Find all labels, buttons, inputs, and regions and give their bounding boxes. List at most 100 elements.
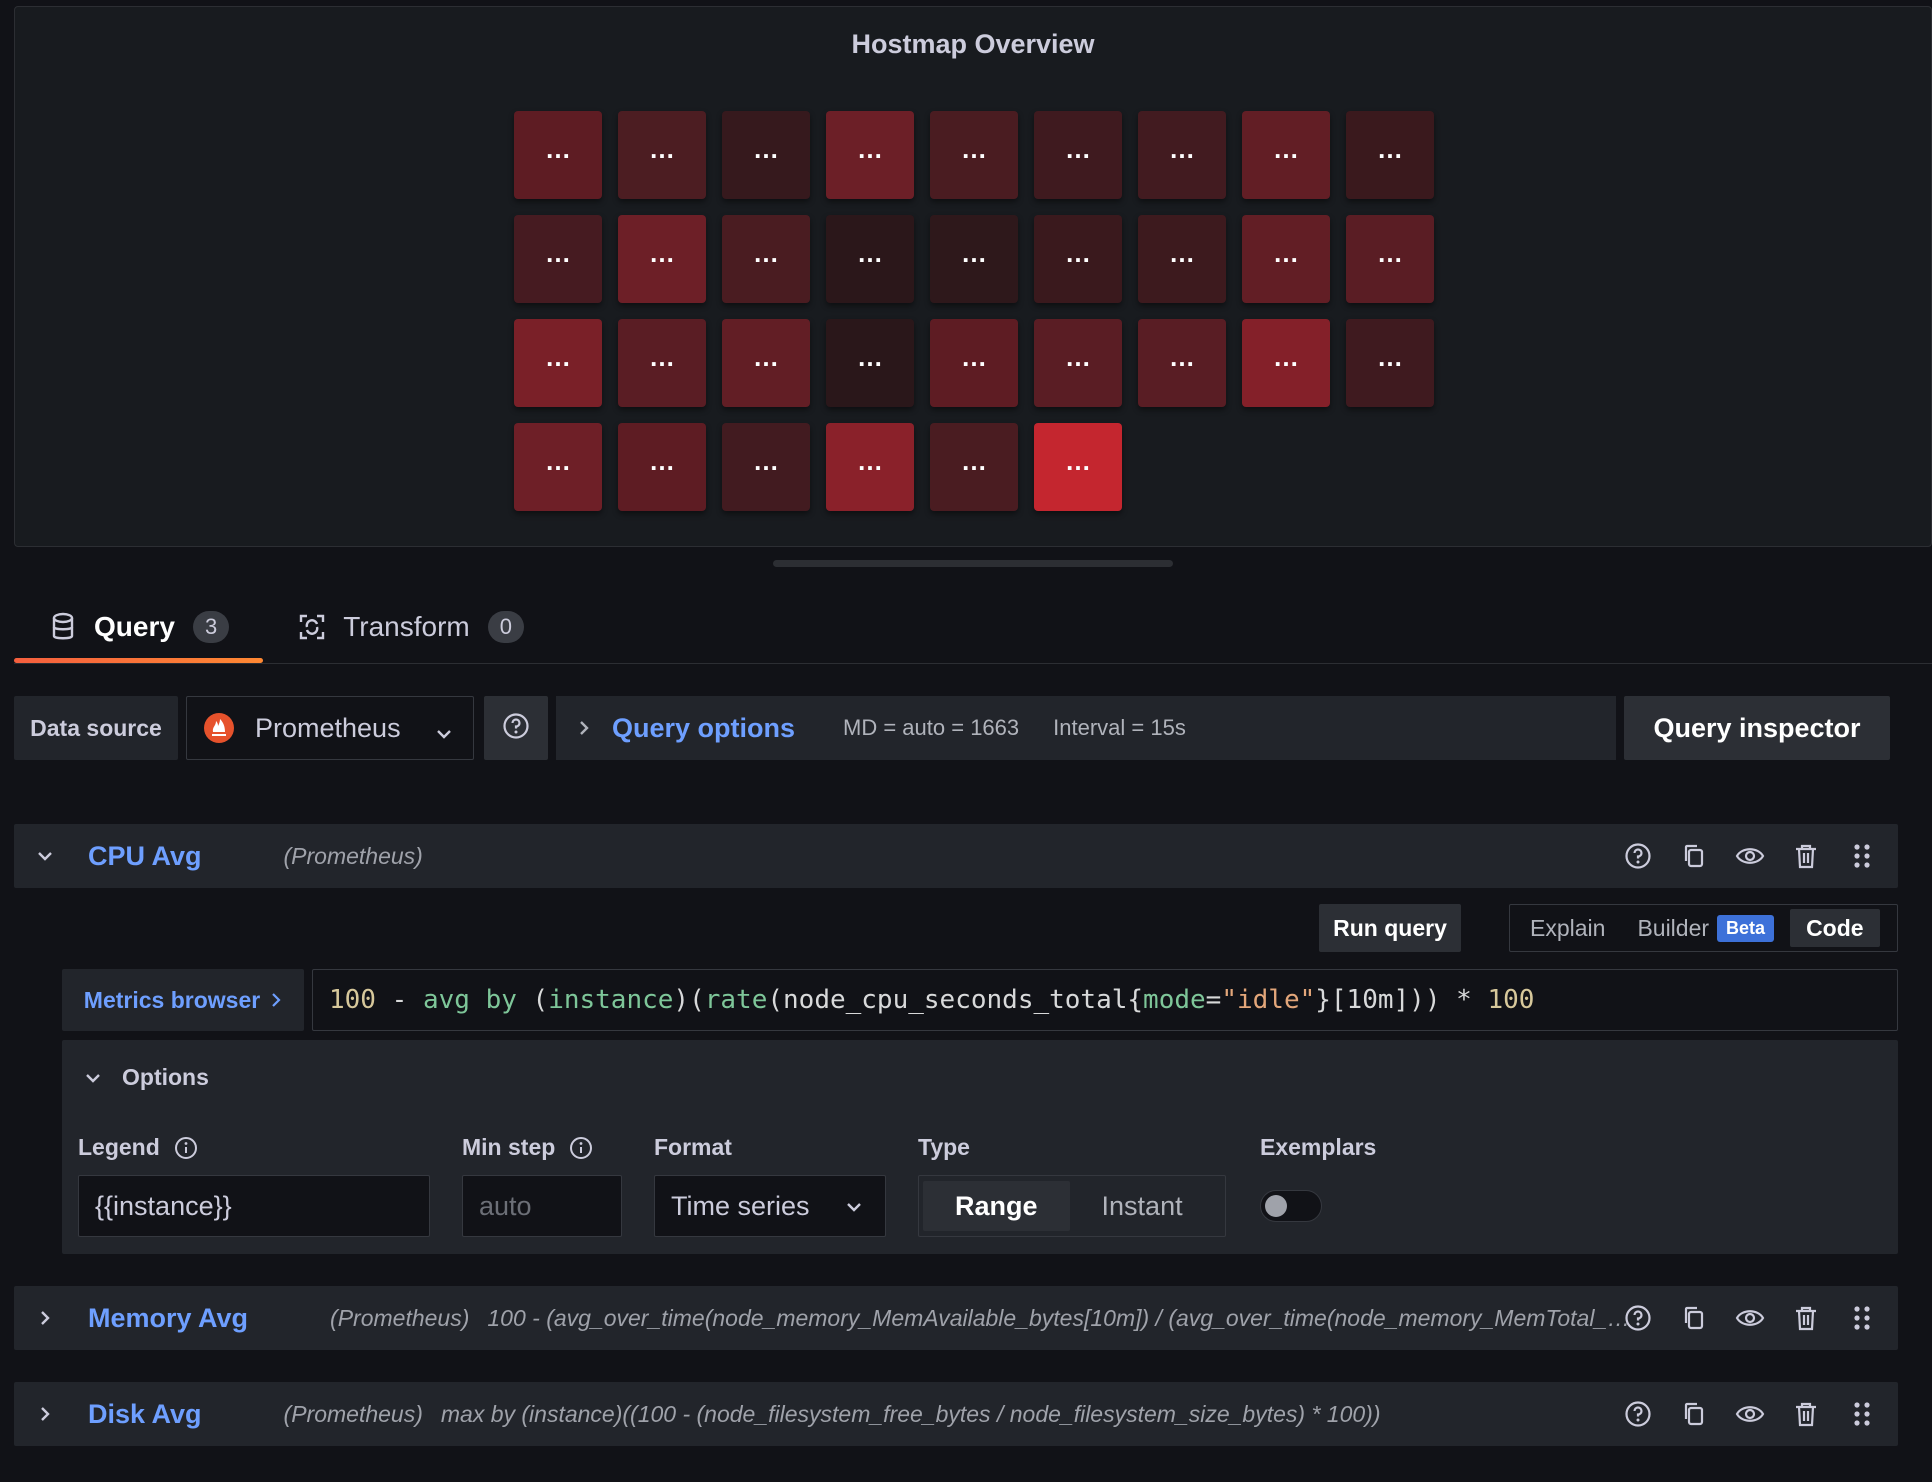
- eye-icon[interactable]: [1732, 1300, 1768, 1336]
- query-actions: [1620, 838, 1880, 874]
- query-name[interactable]: CPU Avg: [88, 841, 202, 872]
- format-label: Format: [654, 1134, 732, 1160]
- host-cell[interactable]: …: [1034, 319, 1122, 407]
- datasource-value: Prometheus: [255, 712, 401, 743]
- code-token: instance: [548, 985, 674, 1015]
- host-cell[interactable]: …: [826, 319, 914, 407]
- code-token: "idle": [1221, 985, 1316, 1015]
- query-name[interactable]: Disk Avg: [88, 1399, 202, 1430]
- host-cell[interactable]: …: [722, 215, 810, 303]
- host-cell[interactable]: …: [1346, 111, 1434, 199]
- query-row-cpu-avg[interactable]: CPU Avg (Prometheus): [14, 824, 1898, 888]
- query-row-memory-avg[interactable]: Memory Avg (Prometheus) 100 - (avg_over_…: [14, 1286, 1898, 1350]
- mode-explain[interactable]: Explain: [1514, 909, 1621, 947]
- query-row-disk-avg[interactable]: Disk Avg (Prometheus) max by (instance)(…: [14, 1382, 1898, 1446]
- host-cell[interactable]: …: [514, 423, 602, 511]
- drag-handle-icon[interactable]: [1844, 1300, 1880, 1336]
- info-circle-icon[interactable]: [174, 1136, 198, 1160]
- chevron-right-icon[interactable]: [14, 1404, 76, 1424]
- copy-icon[interactable]: [1676, 838, 1712, 874]
- run-query-button[interactable]: Run query: [1319, 904, 1461, 952]
- query-options-toggle[interactable]: Query options MD = auto = 1663 Interval …: [556, 696, 1616, 760]
- host-cell[interactable]: …: [722, 111, 810, 199]
- code-token: }[10m])) *: [1315, 985, 1488, 1015]
- code-token: 100: [329, 985, 376, 1015]
- code-token: mode: [1143, 985, 1206, 1015]
- metrics-browser-label: Metrics browser: [83, 986, 261, 1013]
- code-token: rate: [704, 985, 768, 1015]
- host-cell[interactable]: …: [618, 319, 706, 407]
- type-range-option[interactable]: Range: [923, 1181, 1070, 1231]
- trash-icon[interactable]: [1788, 1396, 1824, 1432]
- question-circle-icon[interactable]: [1620, 1300, 1656, 1336]
- query-options-label: Query options: [612, 712, 796, 743]
- query-name[interactable]: Memory Avg: [88, 1303, 248, 1334]
- format-select[interactable]: Time series: [654, 1175, 886, 1237]
- host-cell[interactable]: …: [722, 319, 810, 407]
- host-cell[interactable]: …: [930, 215, 1018, 303]
- exemplars-toggle[interactable]: [1260, 1190, 1322, 1222]
- tab-query[interactable]: Query 3: [14, 596, 264, 663]
- host-cell[interactable]: …: [1346, 319, 1434, 407]
- host-cell[interactable]: …: [1346, 215, 1434, 303]
- trash-icon[interactable]: [1788, 1300, 1824, 1336]
- question-circle-icon[interactable]: [1620, 838, 1656, 874]
- host-cell[interactable]: …: [826, 215, 914, 303]
- host-cell[interactable]: …: [722, 423, 810, 511]
- chevron-down-icon: [845, 1198, 863, 1216]
- legend-input[interactable]: {{instance}}: [78, 1175, 430, 1237]
- query-datasource: (Prometheus): [330, 1304, 470, 1331]
- drag-handle-icon[interactable]: [1844, 1396, 1880, 1432]
- tab-transform[interactable]: Transform 0: [263, 596, 558, 658]
- toggle-knob: [1265, 1195, 1287, 1217]
- host-cell[interactable]: …: [514, 215, 602, 303]
- options-label: Options: [122, 1064, 209, 1090]
- options-toggle[interactable]: Options: [84, 1064, 209, 1091]
- host-cell[interactable]: …: [1138, 111, 1226, 199]
- host-cell[interactable]: …: [1034, 215, 1122, 303]
- type-instant-option[interactable]: Instant: [1070, 1181, 1215, 1231]
- host-cell[interactable]: …: [618, 423, 706, 511]
- tab-transform-label: Transform: [343, 611, 470, 642]
- mode-code[interactable]: Code: [1790, 909, 1880, 947]
- chevron-down-icon[interactable]: [14, 846, 76, 866]
- host-cell[interactable]: …: [930, 319, 1018, 407]
- query-expression-preview: 100 - (avg_over_time(node_memory_MemAvai…: [487, 1304, 1636, 1331]
- eye-icon[interactable]: [1732, 1396, 1768, 1432]
- trash-icon[interactable]: [1788, 838, 1824, 874]
- query-inspector-button[interactable]: Query inspector: [1624, 696, 1890, 760]
- editor-tabs: Query 3 Transform 0: [14, 596, 558, 663]
- metrics-browser-button[interactable]: Metrics browser: [62, 969, 304, 1031]
- host-cell[interactable]: …: [930, 111, 1018, 199]
- host-cell[interactable]: …: [930, 423, 1018, 511]
- datasource-picker[interactable]: Prometheus: [186, 696, 474, 760]
- minstep-input[interactable]: auto: [462, 1175, 622, 1237]
- host-cell[interactable]: …: [1138, 319, 1226, 407]
- host-cell[interactable]: …: [514, 111, 602, 199]
- host-cell[interactable]: …: [1034, 423, 1122, 511]
- copy-icon[interactable]: [1676, 1396, 1712, 1432]
- code-token: )(: [673, 985, 705, 1015]
- transform-icon: [297, 612, 327, 642]
- eye-icon[interactable]: [1732, 838, 1768, 874]
- host-cell[interactable]: …: [618, 215, 706, 303]
- mode-builder[interactable]: Builder Beta: [1621, 909, 1790, 947]
- host-cell[interactable]: …: [826, 423, 914, 511]
- host-cell[interactable]: …: [1034, 111, 1122, 199]
- host-cell[interactable]: …: [1138, 215, 1226, 303]
- query-code-editor[interactable]: 100 - avg by (instance)(rate (node_cpu_se…: [312, 969, 1898, 1031]
- info-circle-icon[interactable]: [569, 1136, 593, 1160]
- copy-icon[interactable]: [1676, 1300, 1712, 1336]
- host-cell[interactable]: …: [1242, 215, 1330, 303]
- panel-resize-handle[interactable]: [773, 560, 1173, 567]
- host-cell[interactable]: …: [618, 111, 706, 199]
- host-cell[interactable]: …: [1242, 111, 1330, 199]
- host-cell[interactable]: …: [514, 319, 602, 407]
- host-cell[interactable]: …: [826, 111, 914, 199]
- host-cell[interactable]: …: [1242, 319, 1330, 407]
- drag-handle-icon[interactable]: [1844, 838, 1880, 874]
- query-datasource: (Prometheus): [283, 842, 423, 869]
- chevron-right-icon[interactable]: [14, 1308, 76, 1328]
- question-circle-icon[interactable]: [1620, 1396, 1656, 1432]
- datasource-help-button[interactable]: [484, 696, 548, 760]
